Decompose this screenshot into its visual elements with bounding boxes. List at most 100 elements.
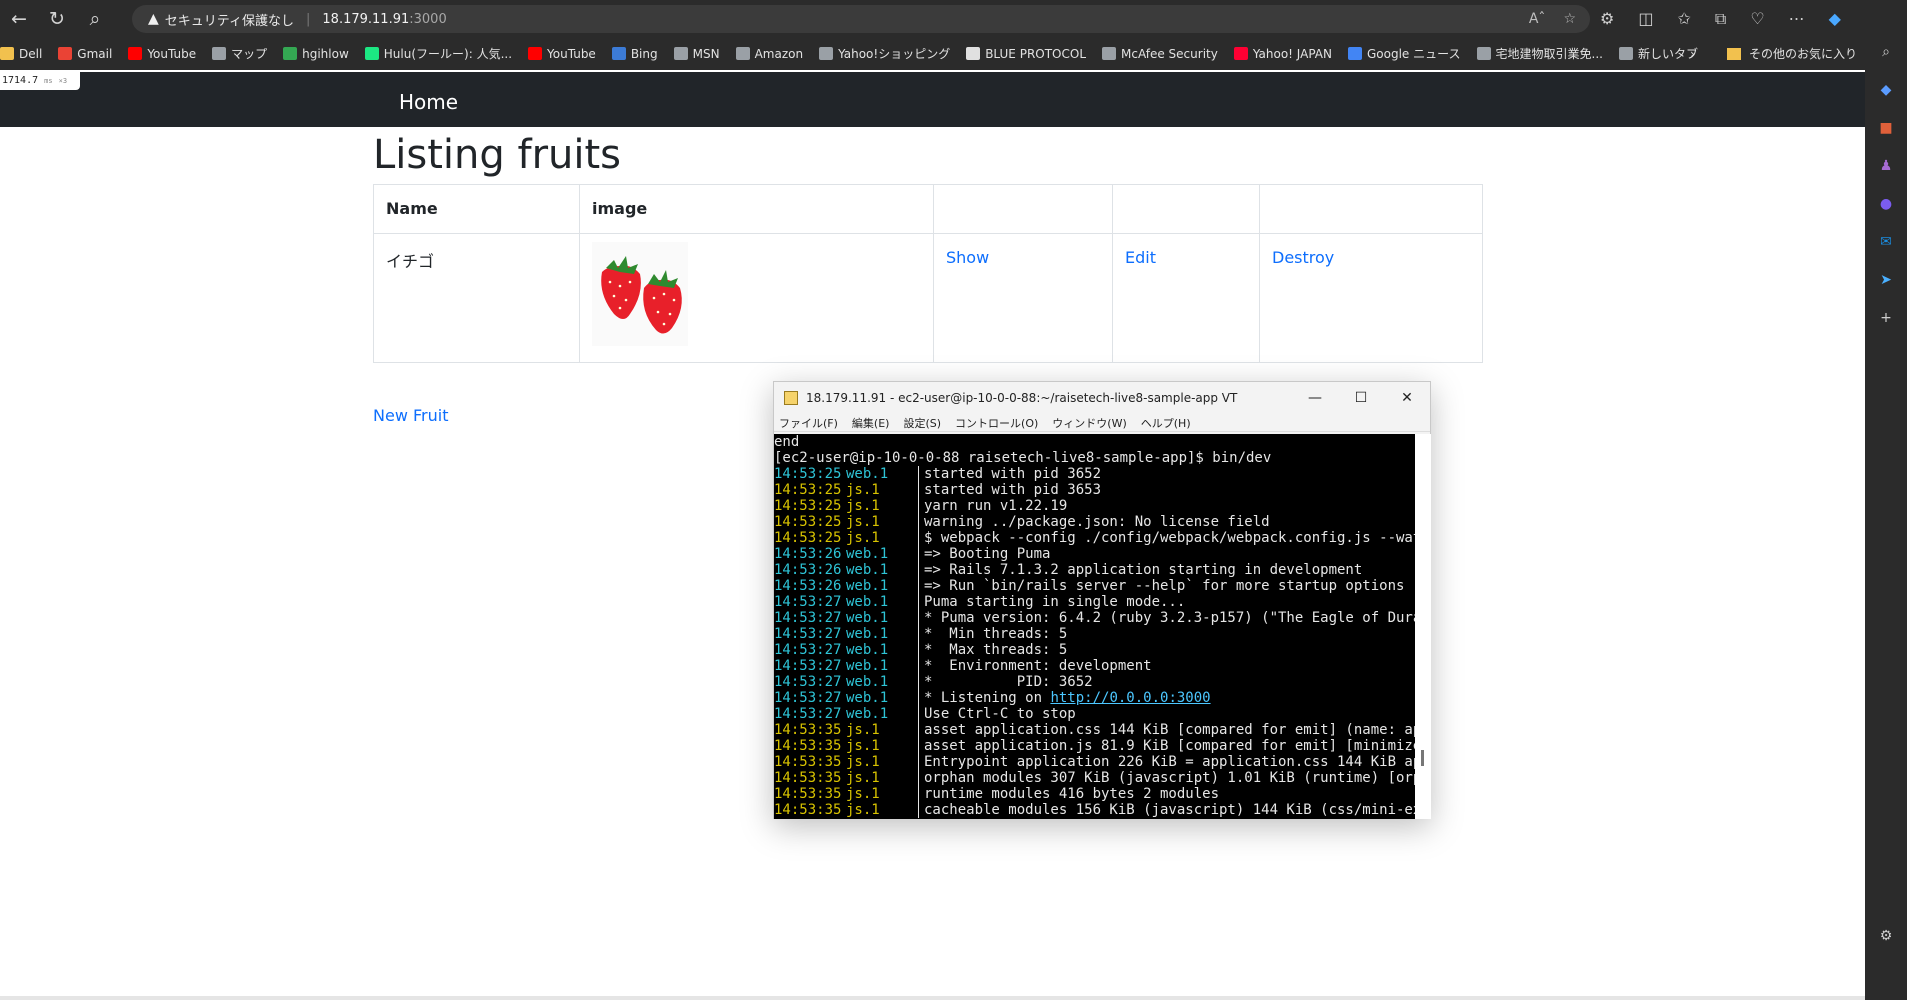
log-process: web.1	[846, 658, 889, 674]
bookmark-item[interactable]: 宅地建物取引業免...	[1476, 45, 1603, 62]
more-menu-icon[interactable]: ⋯	[1789, 9, 1805, 28]
log-process: web.1	[846, 594, 889, 610]
chevron-right-icon[interactable]: ›	[1690, 47, 1695, 61]
log-timestamp: 14:53:27	[774, 642, 842, 658]
bookmark-icon	[1233, 47, 1248, 60]
new-fruit-link[interactable]: New Fruit	[373, 406, 448, 425]
copilot-icon[interactable]: ●	[1876, 195, 1896, 213]
log-process: js.1	[846, 754, 880, 770]
terminal-log-line: 14:53:26 web.1 => Rails 7.1.3.2 applicatio…	[774, 562, 1415, 578]
settings-icon[interactable]: ⚙	[1876, 927, 1896, 945]
bookmark-item[interactable]: 新しいタブ	[1618, 45, 1698, 62]
terminal-title: 18.179.11.91 - ec2-user@ip-10-0-0-88:~/r…	[806, 391, 1238, 405]
log-process: js.1	[846, 482, 880, 498]
terminal-window: 18.179.11.91 - ec2-user@ip-10-0-0-88:~/r…	[773, 381, 1431, 819]
destroy-link[interactable]: Destroy	[1272, 248, 1334, 267]
bookmarks-bar: Dell Gmail YouTube マップ hgihlow Hulu(フールー): 人気…	[0, 37, 1907, 70]
bookmark-label: 新しいタブ	[1637, 47, 1698, 61]
back-icon[interactable]: ←	[0, 0, 38, 37]
bookmark-item[interactable]: Yahoo! JAPAN	[1233, 47, 1332, 61]
split-screen-icon[interactable]: ◫	[1638, 9, 1653, 28]
fruit-name: イチゴ	[373, 233, 580, 363]
bookmark-item[interactable]: Gmail	[58, 47, 112, 61]
log-timestamp: 14:53:27	[774, 658, 842, 674]
log-process: js.1	[846, 514, 880, 530]
bookmark-label: McAfee Security	[1121, 46, 1218, 61]
log-message: Entrypoint application 226 KiB = applica…	[924, 754, 1415, 770]
terminal-line: [ec2-user@ip-10-0-0-88 raisetech-live8-s…	[774, 450, 1272, 466]
bookmark-item[interactable]: Google ニュース	[1347, 45, 1461, 62]
terminal-menu-item[interactable]: ファイル(F)	[779, 415, 838, 431]
perf-mult: ×3	[58, 77, 68, 85]
bookmark-icon	[966, 47, 981, 60]
terminal-log-line: 14:53:35 js.1 orphan modules 307 KiB (java…	[774, 770, 1415, 786]
send-icon[interactable]: ➤	[1876, 271, 1896, 289]
bookmark-item[interactable]: McAfee Security	[1102, 47, 1218, 61]
log-process: web.1	[846, 578, 889, 594]
close-icon[interactable]: ✕	[1384, 382, 1430, 414]
other-favorites[interactable]: その他のお気に入り	[1749, 45, 1857, 62]
terminal-menu-item[interactable]: ウィンドウ(W)	[1052, 415, 1126, 431]
terminal-menu-item[interactable]: コントロール(O)	[955, 415, 1038, 431]
favorites-icon[interactable]: ✩	[1677, 9, 1690, 28]
toolbox-icon[interactable]: ■	[1876, 119, 1896, 137]
terminal-menu-item[interactable]: 編集(E)	[852, 415, 890, 431]
log-timestamp: 14:53:25	[774, 498, 842, 514]
column-header-blank	[1112, 184, 1260, 234]
outlook-icon[interactable]: ✉	[1876, 233, 1896, 251]
log-link[interactable]: http://0.0.0.0:3000	[1050, 690, 1210, 706]
address-bar[interactable]: ▲ セキュリティ保護なし | 18.179.11.91:3000 Aˆ ☆	[132, 5, 1590, 33]
terminal-log-line: 14:53:25 js.1 $ webpack --config ./config/…	[774, 530, 1415, 546]
log-message: $ webpack --config ./config/webpack/webp…	[924, 530, 1415, 546]
address-separator: |	[306, 11, 311, 27]
bookmark-item[interactable]: BLUE PROTOCOL	[966, 47, 1086, 61]
collections-icon[interactable]: ⧉	[1715, 9, 1726, 29]
terminal-menu-item[interactable]: ヘルプ(H)	[1141, 415, 1191, 431]
favorite-star-icon[interactable]: ☆	[1563, 11, 1576, 27]
bookmark-label: BLUE PROTOCOL	[985, 46, 1087, 61]
bookmark-item[interactable]: マップ	[212, 45, 267, 62]
read-aloud-icon[interactable]: Aˆ	[1529, 11, 1546, 27]
bookmark-item[interactable]: YouTube	[128, 47, 196, 61]
edit-link[interactable]: Edit	[1125, 248, 1156, 267]
edit-cell: Edit	[1112, 233, 1260, 363]
bookmark-icon	[1618, 47, 1633, 60]
scrollbar-thumb[interactable]	[1421, 750, 1424, 766]
log-timestamp: 14:53:27	[774, 706, 842, 722]
games-icon[interactable]: ♟	[1876, 157, 1896, 175]
refresh-icon[interactable]: ↻	[38, 0, 76, 37]
security-label[interactable]: セキュリティ保護なし	[165, 10, 294, 29]
bookmark-item[interactable]: YouTube	[528, 47, 596, 61]
bookmark-item[interactable]: Bing	[611, 47, 658, 61]
extensions-icon[interactable]: ⚙	[1600, 9, 1614, 28]
copilot-icon[interactable]: ◆	[1829, 9, 1841, 28]
bookmark-item[interactable]: hgihlow	[283, 47, 349, 61]
terminal-scrollbar[interactable]	[1415, 434, 1431, 819]
search-icon[interactable]: ⌕	[1876, 43, 1896, 61]
bookmark-icon	[0, 47, 14, 60]
bookmark-item[interactable]: Amazon	[735, 47, 803, 61]
log-message: Puma starting in single mode...	[924, 594, 1186, 610]
terminal-output[interactable]: end [ec2-user@ip-10-0-0-88 raisetech-live…	[774, 434, 1415, 819]
nav-home-link[interactable]: Home	[399, 90, 458, 114]
show-link[interactable]: Show	[946, 248, 989, 267]
search-icon[interactable]: ⌕	[76, 0, 114, 37]
browser-essentials-icon[interactable]: ♡	[1750, 9, 1764, 28]
log-message: warning ../package.json: No license fiel…	[924, 514, 1270, 530]
maximize-icon[interactable]: ☐	[1338, 382, 1384, 414]
add-icon[interactable]: +	[1876, 309, 1896, 327]
log-process: js.1	[846, 530, 880, 546]
log-message: started with pid 3653	[924, 482, 1102, 498]
minimize-icon[interactable]: —	[1292, 382, 1338, 414]
log-timestamp: 14:53:35	[774, 722, 842, 738]
bookmark-item[interactable]: MSN	[673, 47, 720, 61]
bookmark-item[interactable]: Yahoo!ショッピング	[819, 45, 950, 62]
bookmark-label: YouTube	[147, 46, 197, 61]
log-process: js.1	[846, 722, 880, 738]
perf-unit: ms	[44, 77, 53, 85]
fruit-image-cell	[579, 233, 934, 363]
tag-icon[interactable]: ◆	[1876, 81, 1896, 99]
terminal-menu-item[interactable]: 設定(S)	[903, 415, 941, 431]
bookmark-item[interactable]: Hulu(フールー): 人気...	[364, 45, 512, 62]
bookmark-item[interactable]: Dell	[0, 47, 42, 61]
